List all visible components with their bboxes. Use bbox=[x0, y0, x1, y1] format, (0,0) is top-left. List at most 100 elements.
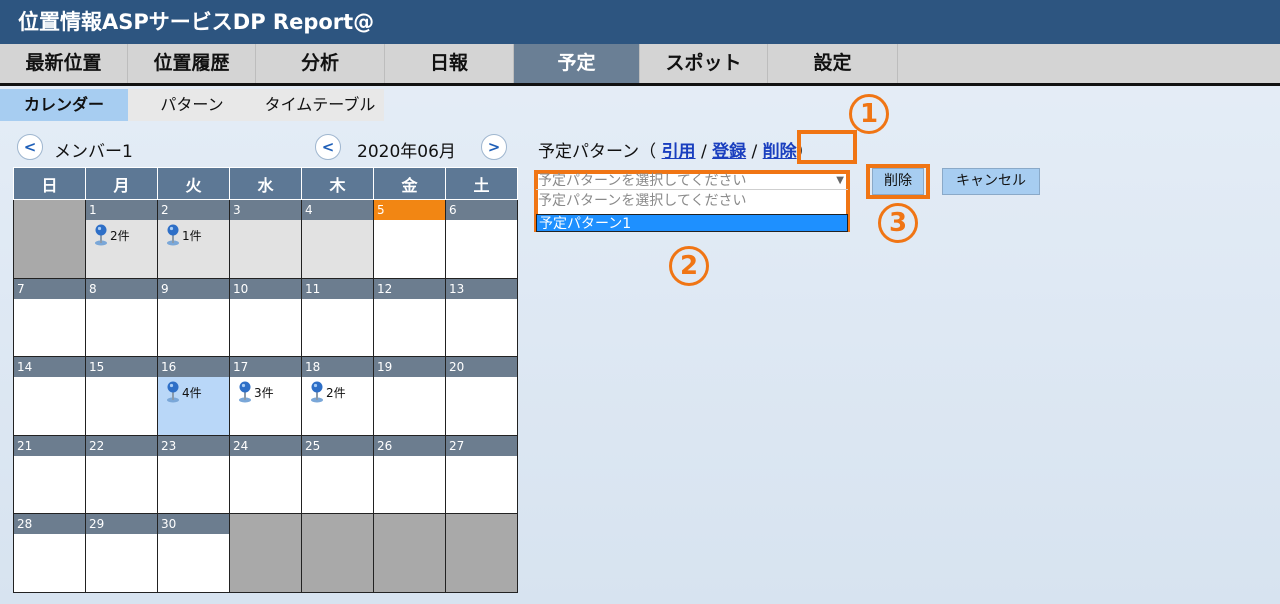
event-indicator[interactable]: 4件 bbox=[166, 381, 202, 403]
calendar-day-cell[interactable]: 12 bbox=[373, 277, 446, 358]
subtab-pattern[interactable]: パターン bbox=[128, 89, 256, 121]
calendar-day-cell[interactable]: 25 bbox=[301, 434, 374, 515]
calendar-week-row: 14 15 16 4件 17 3件 18 2件 19 20 bbox=[13, 356, 518, 436]
calendar-day-cell[interactable]: 27 bbox=[445, 434, 518, 515]
calendar-day-cell[interactable]: 29 bbox=[85, 513, 158, 593]
cancel-button[interactable]: キャンセル bbox=[942, 168, 1040, 195]
day-body bbox=[374, 377, 445, 433]
calendar-day-cell[interactable]: 7 bbox=[13, 277, 86, 358]
calendar-week-row: 21 22 23 24 25 26 27 bbox=[13, 434, 518, 515]
weekday-header: 木 bbox=[301, 167, 374, 200]
calendar-day-cell[interactable]: 10 bbox=[229, 277, 302, 358]
calendar-day-cell[interactable]: 1 2件 bbox=[85, 199, 158, 279]
step-marker-3: 3 bbox=[878, 203, 918, 243]
day-body: 2件 bbox=[302, 377, 373, 433]
day-body: 1件 bbox=[158, 220, 229, 276]
quote-link[interactable]: 引用 bbox=[662, 142, 696, 162]
calendar-day-cell[interactable]: 24 bbox=[229, 434, 302, 515]
delete-link[interactable]: 削除 bbox=[763, 142, 797, 162]
day-number: 13 bbox=[446, 278, 517, 299]
pattern-title: 予定パターン（ bbox=[538, 142, 657, 162]
day-body bbox=[302, 299, 373, 355]
day-number: 28 bbox=[14, 514, 85, 535]
day-body bbox=[158, 299, 229, 355]
day-body bbox=[374, 299, 445, 355]
calendar-day-cell[interactable]: 15 bbox=[85, 356, 158, 436]
next-month-button[interactable]: > bbox=[481, 134, 507, 160]
calendar-day-cell[interactable]: 6 bbox=[445, 199, 518, 279]
prev-member-button[interactable]: < bbox=[17, 134, 43, 160]
event-indicator[interactable]: 3件 bbox=[238, 381, 274, 403]
calendar-day-cell bbox=[301, 513, 374, 593]
pushpin-icon bbox=[166, 381, 180, 403]
day-body bbox=[446, 377, 517, 433]
calendar-day-cell[interactable]: 23 bbox=[157, 434, 230, 515]
day-body bbox=[86, 456, 157, 512]
calendar-day-cell[interactable]: 18 2件 bbox=[301, 356, 374, 436]
day-body bbox=[14, 377, 85, 433]
event-indicator[interactable]: 1件 bbox=[166, 224, 202, 246]
calendar-day-cell[interactable]: 13 bbox=[445, 277, 518, 358]
day-number: 14 bbox=[14, 357, 85, 378]
subtab-timetable[interactable]: タイムテーブル bbox=[256, 89, 384, 121]
day-number: 19 bbox=[374, 357, 445, 378]
calendar-day-cell[interactable]: 26 bbox=[373, 434, 446, 515]
day-body bbox=[14, 534, 85, 590]
calendar-day-cell[interactable]: 19 bbox=[373, 356, 446, 436]
pattern-option-placeholder[interactable]: 予定パターンを選択してください bbox=[536, 192, 848, 210]
calendar-day-cell[interactable]: 30 bbox=[157, 513, 230, 593]
day-body bbox=[302, 456, 373, 512]
step-marker-2: 2 bbox=[669, 246, 709, 286]
calendar-grid: 日月火水木金土 1 2件 2 1件 3 4 5 6 7 8 9 10 11 12 13 14 15 16 4件 17 3… bbox=[13, 167, 518, 593]
calendar-day-cell[interactable]: 5 bbox=[373, 199, 446, 279]
event-indicator[interactable]: 2件 bbox=[94, 224, 130, 246]
day-body: 2件 bbox=[86, 220, 157, 276]
calendar-day-cell[interactable]: 22 bbox=[85, 434, 158, 515]
calendar-day-cell bbox=[445, 513, 518, 593]
calendar-week-row: 28 29 30 bbox=[13, 513, 518, 593]
calendar-day-cell bbox=[13, 199, 86, 279]
day-body bbox=[446, 220, 517, 276]
day-number: 26 bbox=[374, 435, 445, 456]
day-body bbox=[86, 299, 157, 355]
weekday-header: 土 bbox=[445, 167, 518, 200]
tab-position-history[interactable]: 位置履歴 bbox=[128, 44, 256, 83]
prev-month-button[interactable]: < bbox=[315, 134, 341, 160]
calendar-day-cell[interactable]: 9 bbox=[157, 277, 230, 358]
calendar-day-cell[interactable]: 14 bbox=[13, 356, 86, 436]
subtab-calendar[interactable]: カレンダー bbox=[0, 89, 128, 121]
step-marker-1: 1 bbox=[849, 94, 889, 134]
day-number: 21 bbox=[14, 435, 85, 456]
day-number: 2 bbox=[158, 200, 229, 220]
tab-spot[interactable]: スポット bbox=[640, 44, 768, 83]
calendar-day-cell[interactable]: 17 3件 bbox=[229, 356, 302, 436]
calendar-day-cell[interactable]: 21 bbox=[13, 434, 86, 515]
pattern-option-1[interactable]: 予定パターン1 bbox=[536, 214, 848, 232]
tab-latest-position[interactable]: 最新位置 bbox=[0, 44, 128, 83]
pattern-select[interactable]: 予定パターンを選択してください ▼ bbox=[536, 172, 848, 190]
day-body bbox=[374, 456, 445, 512]
calendar-week-row: 7 8 9 10 11 12 13 bbox=[13, 277, 518, 358]
day-number: 20 bbox=[446, 357, 517, 378]
calendar-day-cell[interactable]: 11 bbox=[301, 277, 374, 358]
calendar-day-cell[interactable]: 20 bbox=[445, 356, 518, 436]
day-number: 25 bbox=[302, 435, 373, 456]
tab-settings[interactable]: 設定 bbox=[768, 44, 898, 83]
event-indicator[interactable]: 2件 bbox=[310, 381, 346, 403]
tab-analysis[interactable]: 分析 bbox=[256, 44, 385, 83]
pushpin-icon bbox=[238, 381, 252, 403]
day-body bbox=[86, 377, 157, 433]
weekday-header: 月 bbox=[85, 167, 158, 200]
calendar-day-cell[interactable]: 2 1件 bbox=[157, 199, 230, 279]
calendar-day-cell[interactable]: 3 bbox=[229, 199, 302, 279]
tab-schedule[interactable]: 予定 bbox=[514, 44, 640, 83]
day-number: 12 bbox=[374, 278, 445, 299]
day-number: 24 bbox=[230, 435, 301, 456]
calendar-day-cell[interactable]: 4 bbox=[301, 199, 374, 279]
calendar-day-cell[interactable]: 16 4件 bbox=[157, 356, 230, 436]
register-link[interactable]: 登録 bbox=[712, 142, 746, 162]
calendar-day-cell[interactable]: 28 bbox=[13, 513, 86, 593]
day-number: 7 bbox=[14, 278, 85, 299]
calendar-day-cell[interactable]: 8 bbox=[85, 277, 158, 358]
tab-daily-report[interactable]: 日報 bbox=[385, 44, 514, 83]
